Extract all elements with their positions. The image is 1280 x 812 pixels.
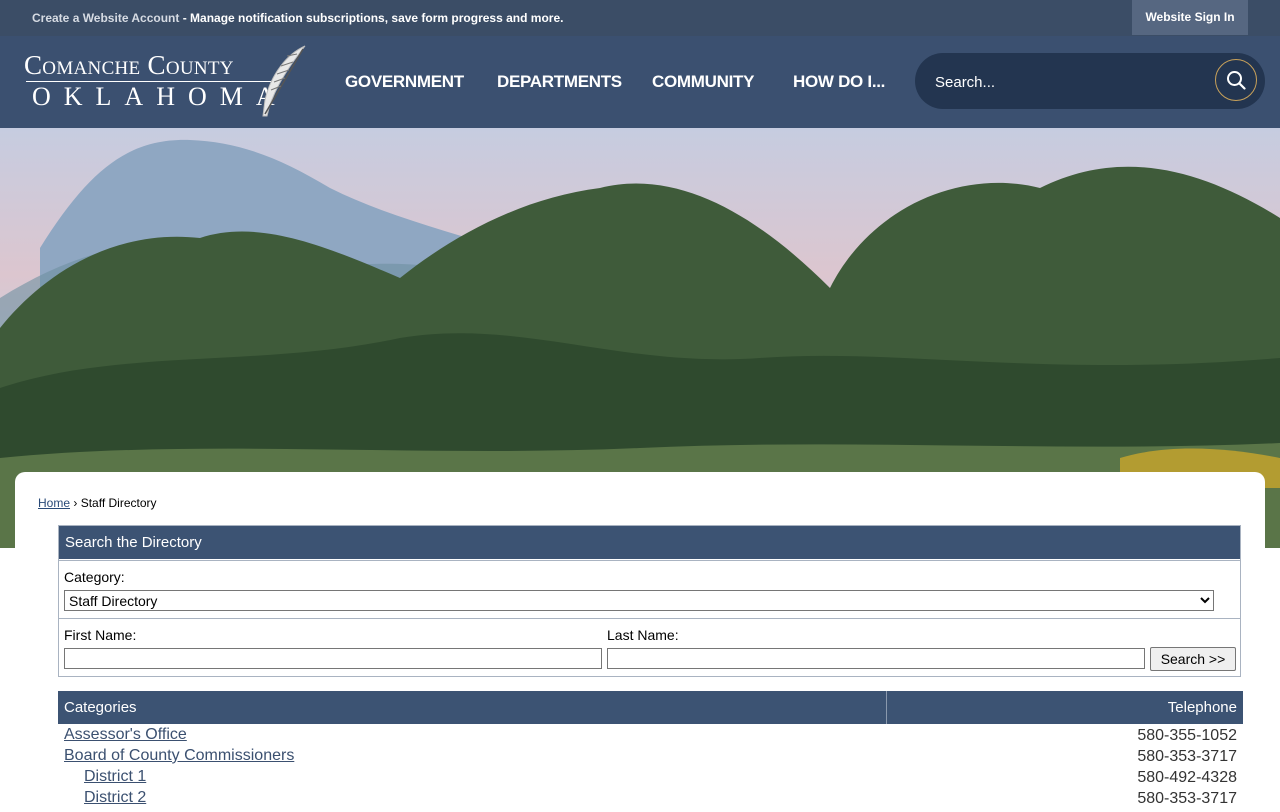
category-label: Category: bbox=[64, 569, 125, 585]
categories-table: Categories Telephone Assessor's Office 5… bbox=[58, 691, 1243, 808]
table-row: District 2 580-353-3717 bbox=[58, 787, 1243, 808]
name-row: First Name: Last Name: Search >> bbox=[59, 618, 1240, 677]
utility-bar: Create a Website Account - Manage notifi… bbox=[0, 0, 1280, 36]
nav-government-label[interactable]: GOVERNMENT bbox=[345, 72, 464, 92]
website-sign-in-button[interactable]: Website Sign In bbox=[1132, 0, 1248, 35]
category-link[interactable]: Assessor's Office bbox=[64, 726, 187, 744]
telephone-value: 580-353-3717 bbox=[1137, 748, 1237, 765]
first-name-label: First Name: bbox=[64, 627, 137, 643]
site-header: Comanche County Oklahoma GOVERNMENT DEPA… bbox=[0, 36, 1280, 128]
first-name-field[interactable] bbox=[64, 648, 602, 669]
telephone-value: 580-355-1052 bbox=[1137, 727, 1237, 744]
nav-how-do-i[interactable]: HOW DO I... bbox=[793, 36, 885, 128]
last-name-label: Last Name: bbox=[607, 627, 679, 643]
nav-departments[interactable]: DEPARTMENTS bbox=[497, 36, 622, 128]
table-row: Assessor's Office 580-355-1052 bbox=[58, 724, 1243, 745]
directory-search-button[interactable]: Search >> bbox=[1150, 647, 1236, 671]
nav-how-do-i-label[interactable]: HOW DO I... bbox=[793, 72, 885, 92]
account-promo: Create a Website Account - Manage notifi… bbox=[32, 11, 563, 25]
breadcrumb-current: Staff Directory bbox=[80, 496, 157, 510]
feather-icon bbox=[262, 45, 306, 117]
county-logo[interactable]: Comanche County Oklahoma bbox=[22, 44, 312, 120]
search-icon bbox=[1227, 71, 1246, 90]
category-link[interactable]: District 2 bbox=[84, 789, 146, 807]
account-promo-text: - Manage notification subscriptions, sav… bbox=[179, 11, 564, 25]
content-panel: Home › Staff Directory Search the Direct… bbox=[15, 472, 1265, 812]
directory-search-title: Search the Directory bbox=[59, 526, 1240, 559]
category-row: Category: Staff Directory bbox=[59, 560, 1240, 618]
category-link[interactable]: Board of County Commissioners bbox=[64, 747, 294, 765]
site-search bbox=[915, 53, 1265, 109]
search-button[interactable] bbox=[1215, 59, 1257, 101]
table-row: District 1 580-492-4328 bbox=[58, 766, 1243, 787]
nav-departments-label[interactable]: DEPARTMENTS bbox=[497, 72, 622, 92]
create-account-link[interactable]: Create a Website Account bbox=[32, 11, 179, 25]
nav-government[interactable]: GOVERNMENT bbox=[345, 36, 464, 128]
breadcrumb-separator: › bbox=[73, 496, 78, 510]
telephone-value: 580-492-4328 bbox=[1137, 769, 1237, 786]
table-row: Board of County Commissioners 580-353-37… bbox=[58, 745, 1243, 766]
directory-search-form: Search the Directory Category: Staff Dir… bbox=[58, 525, 1241, 677]
logo-line-1: Comanche County bbox=[24, 50, 234, 80]
telephone-value: 580-353-3717 bbox=[1137, 790, 1237, 807]
column-header-telephone: Telephone bbox=[1167, 699, 1237, 716]
last-name-field[interactable] bbox=[607, 648, 1145, 669]
category-select[interactable]: Staff Directory bbox=[64, 590, 1214, 611]
nav-community-label[interactable]: COMMUNITY bbox=[652, 72, 754, 92]
search-input[interactable] bbox=[933, 69, 1207, 95]
nav-community[interactable]: COMMUNITY bbox=[652, 36, 754, 128]
categories-table-header: Categories Telephone bbox=[58, 691, 1243, 724]
column-header-categories: Categories bbox=[64, 699, 137, 716]
category-link[interactable]: District 1 bbox=[84, 768, 146, 786]
breadcrumb: Home › Staff Directory bbox=[38, 496, 157, 510]
column-divider bbox=[886, 691, 887, 724]
logo-line-2: Oklahoma bbox=[32, 82, 288, 111]
breadcrumb-home-link[interactable]: Home bbox=[38, 496, 70, 510]
